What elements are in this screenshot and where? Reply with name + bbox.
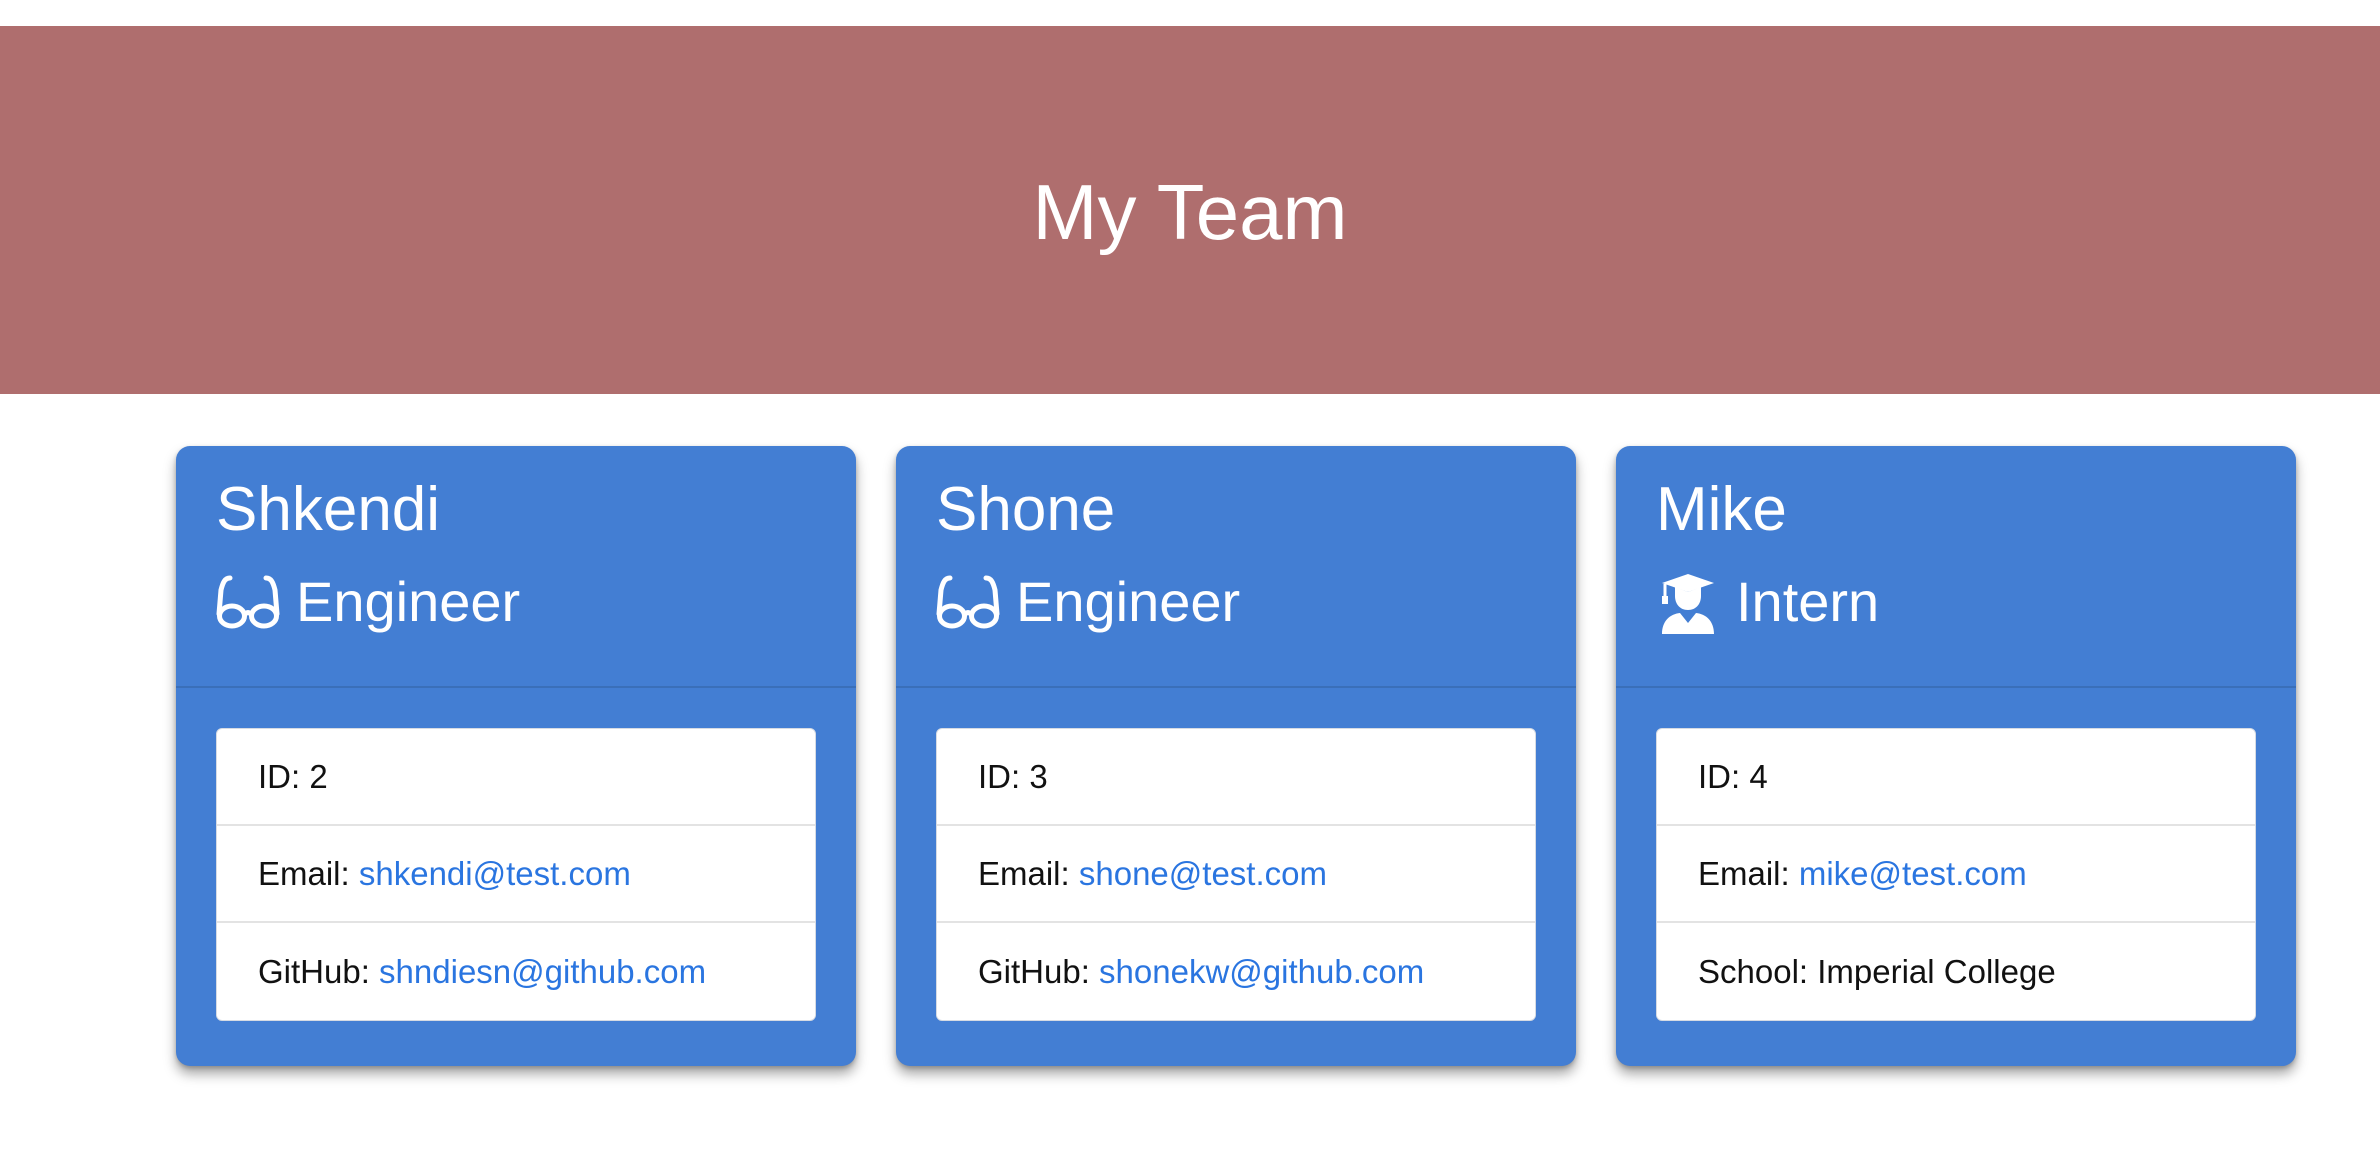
github-link[interactable]: shndiesn@github.com [379,953,706,991]
email-row: Email: shkendi@test.com [217,826,815,923]
employee-details: ID: 2 Email: shkendi@test.com GitHub: sh… [216,728,816,1021]
employee-name: Mike [1656,475,1787,544]
id-value: 2 [309,757,328,795]
role-label: Engineer [1016,570,1241,633]
github-label: GitHub: [978,952,1100,990]
id-label: ID: [978,757,1030,795]
github-link[interactable]: shonekw@github.com [1099,953,1424,991]
card-header: Mike Intern [1616,446,2296,688]
email-link[interactable]: shone@test.com [1079,855,1327,893]
github-label: GitHub: [258,952,380,990]
employee-name: Shone [936,475,1116,544]
id-value: 4 [1749,757,1768,795]
role-label: Intern [1736,570,1880,633]
role-label: Engineer [296,570,521,633]
page-header: My Team [0,26,2380,394]
card-header: Shkendi Engineer [176,446,856,688]
employee-role: Intern [1656,568,1879,636]
employee-card: Shone Engineer ID: 3 Email: shone@test.c… [896,446,1576,1066]
card-header: Shone Engineer [896,446,1576,688]
email-link[interactable]: mike@test.com [1799,855,2027,893]
employee-card: Shkendi Engineer ID: 2 Email: shkendi@te… [176,446,856,1066]
id-label: ID: [258,757,310,795]
id-row: ID: 4 [1657,729,2255,826]
github-row: GitHub: shndiesn@github.com [217,923,815,1020]
id-label: ID: [1698,757,1750,795]
email-label: Email: [258,854,359,892]
graduate-icon [1656,570,1720,634]
glasses-icon [936,570,1000,634]
github-row: GitHub: shonekw@github.com [937,923,1535,1020]
email-label: Email: [1698,854,1799,892]
email-label: Email: [978,854,1079,892]
employee-name: Shkendi [216,475,441,544]
employee-details: ID: 3 Email: shone@test.com GitHub: shon… [936,728,1536,1021]
id-value: 3 [1029,757,1048,795]
school-row: School: Imperial College [1657,923,2255,1020]
school-label: School: [1698,952,1818,990]
email-row: Email: mike@test.com [1657,826,2255,923]
id-row: ID: 2 [217,729,815,826]
email-row: Email: shone@test.com [937,826,1535,923]
employee-role: Engineer [216,568,520,636]
id-row: ID: 3 [937,729,1535,826]
employee-card: Mike Intern ID: 4 Email: mike@test.com S… [1616,446,2296,1066]
top-strip [0,0,2380,26]
employee-details: ID: 4 Email: mike@test.com School: Imper… [1656,728,2256,1021]
glasses-icon [216,570,280,634]
school-value: Imperial College [1817,952,2056,990]
page-title: My Team [1032,168,1348,256]
employee-role: Engineer [936,568,1240,636]
email-link[interactable]: shkendi@test.com [359,855,631,893]
